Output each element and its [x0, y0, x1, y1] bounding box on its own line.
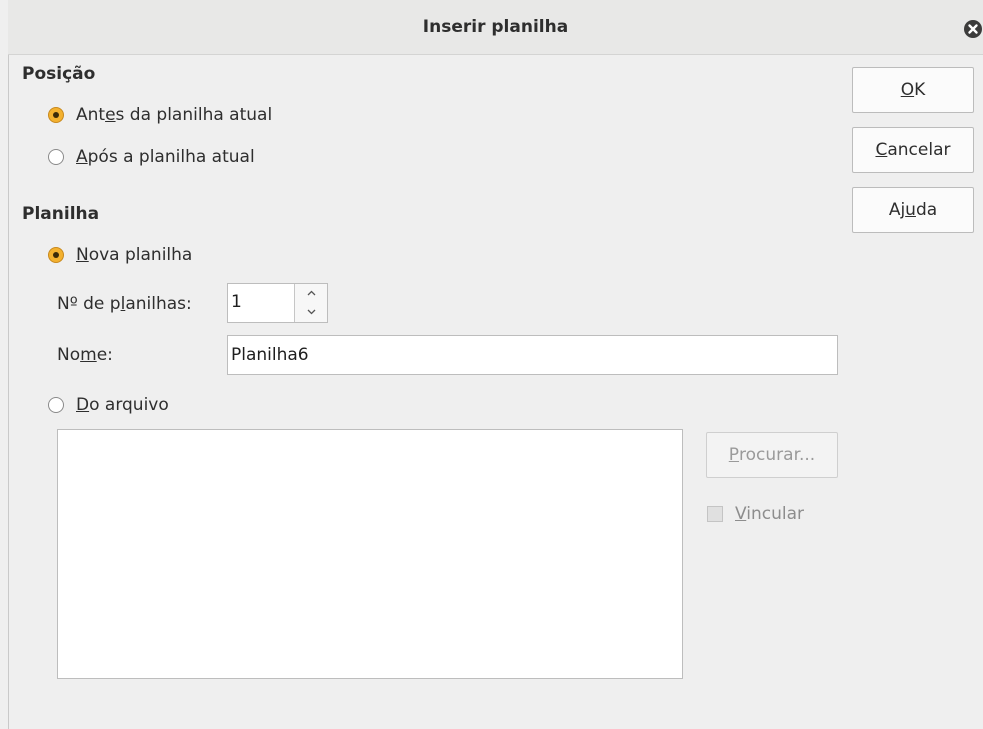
- radio-new-sheet[interactable]: Nova planilha: [48, 245, 192, 265]
- radio-label: Nova planilha: [76, 245, 193, 265]
- sheet-count-value[interactable]: 1: [231, 292, 242, 312]
- checkbox-indicator: [707, 506, 723, 522]
- sheet-count-stepper[interactable]: 1: [227, 283, 328, 323]
- sheet-name-input[interactable]: [227, 335, 838, 375]
- radio-label: Antes da planilha atual: [76, 105, 273, 125]
- ok-button[interactable]: OK: [852, 67, 974, 113]
- radio-indicator: [48, 247, 64, 263]
- browse-button[interactable]: Procurar...: [706, 432, 838, 478]
- section-heading-sheet: Planilha: [22, 204, 100, 224]
- chevron-up-icon: [307, 289, 316, 299]
- close-button[interactable]: [964, 20, 982, 38]
- link-checkbox[interactable]: Vincular: [707, 504, 804, 524]
- radio-from-file[interactable]: Do arquivo: [48, 395, 169, 415]
- title-bar: Inserir planilha: [8, 0, 983, 55]
- sheet-name-label: Nome:: [57, 345, 113, 365]
- radio-indicator: [48, 107, 64, 123]
- cancel-button[interactable]: Cancelar: [852, 127, 974, 173]
- radio-label: Após a planilha atual: [76, 147, 255, 167]
- sheet-count-label: Nº de planilhas:: [57, 294, 192, 314]
- stepper-buttons: [294, 284, 327, 322]
- chevron-down-icon: [307, 308, 316, 318]
- radio-label: Do arquivo: [76, 395, 169, 415]
- window-title: Inserir planilha: [422, 17, 569, 37]
- stepper-up-button[interactable]: [295, 284, 327, 303]
- file-sheet-list[interactable]: [57, 429, 683, 679]
- radio-indicator: [48, 397, 64, 413]
- radio-before-current-sheet[interactable]: Antes da planilha atual: [48, 105, 272, 125]
- stepper-down-button[interactable]: [295, 303, 327, 322]
- help-button[interactable]: Aj u da: [852, 187, 974, 233]
- checkbox-label: Vincular: [735, 504, 805, 524]
- radio-after-current-sheet[interactable]: Após a planilha atual: [48, 147, 255, 167]
- section-heading-position: Posição: [22, 64, 96, 84]
- radio-indicator: [48, 149, 64, 165]
